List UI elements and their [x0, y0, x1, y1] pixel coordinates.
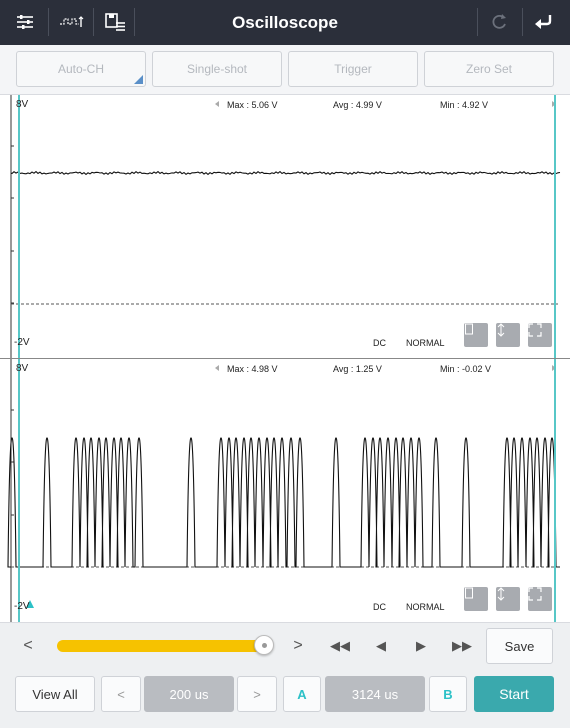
scroll-next-button[interactable]: >	[286, 635, 310, 657]
channel-2-top-label: 8V	[16, 363, 29, 374]
timebase-increase-button[interactable]: >	[237, 676, 277, 712]
cursor-b-button[interactable]: B	[429, 676, 467, 712]
cursor-b-line[interactable]	[554, 95, 556, 358]
auto-ch-button[interactable]: Auto-CH	[16, 51, 146, 87]
time-slider-track[interactable]	[57, 640, 267, 652]
bottom-bar: View All < 200 us > A 3124 us B Start	[0, 668, 570, 728]
timebase-decrease-label: <	[117, 686, 125, 702]
channel-2-coupling: DC	[373, 602, 386, 612]
scroll-bar: < > ◀◀ ◀ ▶ ▶▶ Save	[0, 622, 570, 668]
channel-1-min: Min : 4.92 V	[440, 100, 489, 110]
vertical-move-icon[interactable]	[496, 323, 520, 347]
cursor-delta-value: 3124 us	[325, 676, 425, 712]
cursor-a-line[interactable]	[18, 95, 20, 358]
save-button[interactable]: Save	[486, 628, 553, 664]
channel-1-waveform-svg	[10, 95, 561, 358]
start-label: Start	[499, 686, 529, 702]
auto-ch-label: Auto-CH	[57, 62, 104, 76]
scroll-prev-button[interactable]: <	[16, 635, 40, 657]
lock-icon[interactable]	[464, 323, 488, 347]
view-all-label: View All	[32, 686, 78, 702]
lock-icon[interactable]	[464, 587, 488, 611]
channel-2-max: Max : 4.98 V	[227, 364, 278, 374]
toolbar-divider	[522, 8, 523, 36]
timebase-decrease-button[interactable]: <	[101, 676, 141, 712]
single-shot-button[interactable]: Single-shot	[152, 51, 282, 87]
fast-forward-button[interactable]: ▶▶	[447, 635, 477, 657]
title-bar: Oscilloscope	[0, 0, 570, 45]
channel-1-plot[interactable]: 8V Max : 5.06 V Avg : 4.99 V Min : 4.92 …	[0, 95, 570, 358]
mode-toolbar: Auto-CH Single-shot Trigger Zero Set	[0, 45, 570, 95]
toolbar-divider	[477, 8, 478, 36]
cursor-b-line[interactable]	[554, 359, 556, 622]
zero-set-button[interactable]: Zero Set	[424, 51, 554, 87]
channel-2-min: Min : -0.02 V	[440, 364, 492, 374]
channel-2-bottom-label: -2V	[14, 601, 30, 612]
cursor-a-line[interactable]	[18, 359, 20, 622]
refresh-icon[interactable]	[482, 6, 516, 38]
time-slider-thumb[interactable]	[254, 635, 274, 655]
channel-2-waveform-svg	[7, 359, 560, 622]
channel-2-avg: Avg : 1.25 V	[333, 364, 382, 374]
channel-2-mode: NORMAL	[406, 602, 445, 612]
cursor-a-label: A	[297, 686, 307, 702]
channel-1-max: Max : 5.06 V	[227, 100, 278, 110]
channel-1-avg: Avg : 4.99 V	[333, 100, 382, 110]
trigger-button[interactable]: Trigger	[288, 51, 418, 87]
timebase-increase-label: >	[253, 686, 261, 702]
marker-left-icon	[215, 101, 219, 107]
view-all-button[interactable]: View All	[15, 676, 95, 712]
zero-set-label: Zero Set	[465, 62, 513, 76]
single-shot-label: Single-shot	[186, 62, 248, 76]
fullscreen-icon[interactable]	[528, 587, 552, 611]
fast-back-button[interactable]: ◀◀	[325, 635, 355, 657]
cursor-delta-label: 3124 us	[351, 686, 399, 702]
back-icon[interactable]	[526, 6, 560, 38]
trigger-label: Trigger	[334, 62, 372, 76]
step-forward-button[interactable]: ▶	[408, 635, 434, 657]
fullscreen-icon[interactable]	[528, 323, 552, 347]
channel-1-mode: NORMAL	[406, 338, 445, 348]
cursor-a-button[interactable]: A	[283, 676, 321, 712]
vertical-move-icon[interactable]	[496, 587, 520, 611]
start-button[interactable]: Start	[474, 676, 554, 712]
marker-left-icon	[215, 365, 219, 371]
channel-1-coupling: DC	[373, 338, 386, 348]
save-label: Save	[504, 638, 535, 654]
step-back-button[interactable]: ◀	[368, 635, 394, 657]
timebase-value: 200 us	[144, 676, 234, 712]
channel-1-bottom-label: -2V	[14, 337, 30, 348]
timebase-label: 200 us	[169, 686, 209, 702]
channel-1-top-label: 8V	[16, 99, 29, 110]
dropdown-corner-icon	[134, 75, 143, 84]
channel-2-plot[interactable]: 8V Max : 4.98 V Avg : 1.25 V Min : -0.02…	[0, 359, 570, 622]
cursor-b-label: B	[443, 686, 453, 702]
